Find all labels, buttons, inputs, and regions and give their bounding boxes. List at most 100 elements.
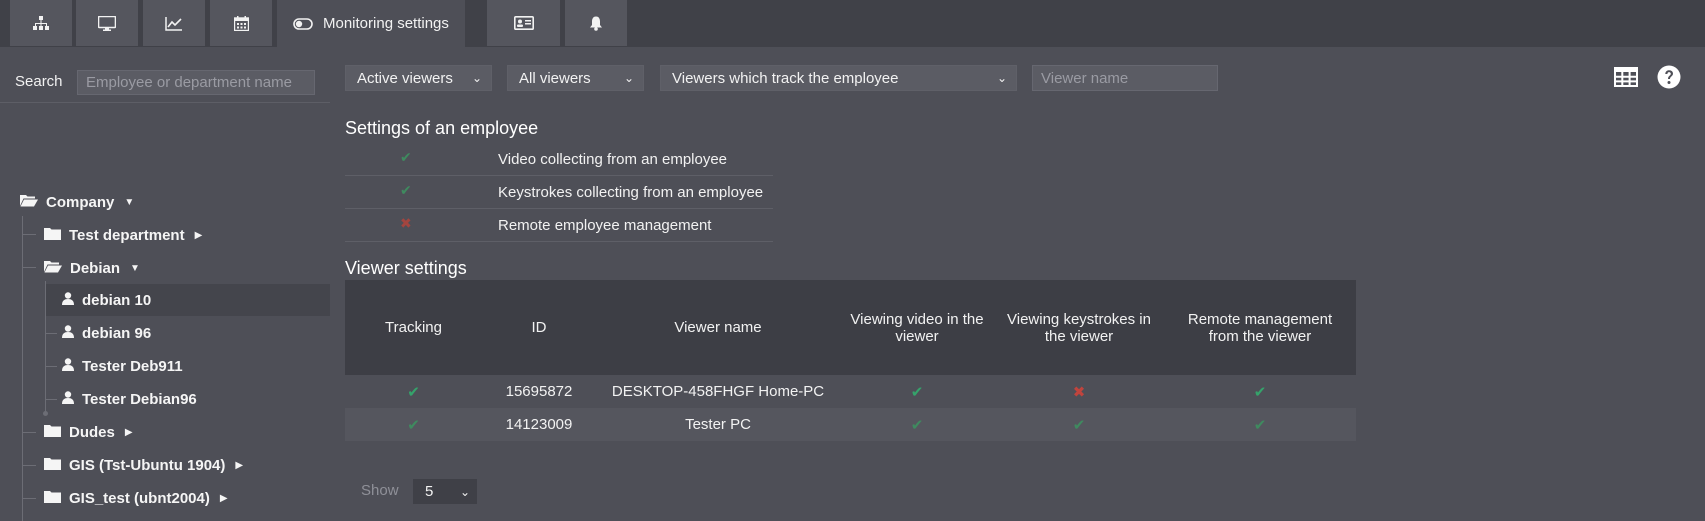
column-header-remote-management[interactable]: Remote management from the viewer <box>1164 311 1356 345</box>
video-cell[interactable]: ✔ <box>840 416 994 434</box>
check-icon: ✔ <box>910 383 924 401</box>
tree-connector <box>22 216 23 521</box>
tab-calendar[interactable] <box>210 0 272 46</box>
id-cell: 14123009 <box>505 416 573 433</box>
viewer-tracking-select[interactable]: Viewers which track the employee ⌄ <box>660 65 1017 91</box>
table-view-button[interactable] <box>1613 66 1639 92</box>
tree-item-debian-96[interactable]: debian 96 <box>62 317 151 349</box>
tree-connector <box>45 333 57 334</box>
tree-node-label: GIS_test (ubnt2004) <box>69 489 210 507</box>
column-header-viewing-keystrokes[interactable]: Viewing keystrokes in the viewer <box>994 311 1164 345</box>
folder-icon <box>44 424 61 441</box>
setting-label: Remote employee management <box>498 217 712 234</box>
viewer-status-select[interactable]: Active viewers ⌄ <box>345 65 492 91</box>
id-cell: 15695872 <box>505 383 573 400</box>
calendar-icon <box>233 15 249 31</box>
user-icon <box>62 357 74 375</box>
select-value: 5 <box>425 483 434 500</box>
video-cell[interactable]: ✔ <box>840 383 994 401</box>
tree-item-gis-tst-ubuntu[interactable]: GIS (Tst-Ubuntu 1904) ▶ <box>44 449 243 481</box>
check-icon: ✔ <box>400 149 412 165</box>
tree-connector <box>22 432 36 433</box>
tree-node-label: GIS (Tst-Ubuntu 1904) <box>69 456 226 474</box>
caret-right-icon: ▶ <box>124 426 133 438</box>
check-icon: ✔ <box>910 416 924 434</box>
tab-monitoring[interactable] <box>76 0 138 46</box>
tree-connector <box>22 234 36 235</box>
table-header: Tracking ID Viewer name Viewing video in… <box>345 280 1356 375</box>
viewer-name-cell: DESKTOP-458FHGF Home-PC <box>611 383 825 400</box>
tree-connector <box>22 498 36 499</box>
tree-root-company[interactable]: Company ▼ <box>20 186 134 218</box>
chevron-down-icon: ⌄ <box>459 484 470 499</box>
tree-item-gis-test-ubnt2004[interactable]: GIS_test (ubnt2004) ▶ <box>44 482 228 514</box>
cross-icon: ✖ <box>1072 383 1086 401</box>
viewer-table: Tracking ID Viewer name Viewing video in… <box>345 280 1356 441</box>
table-row[interactable]: ✔ 14123009 Tester PC ✔ ✔ ✔ <box>345 408 1356 441</box>
column-header-viewing-video[interactable]: Viewing video in the viewer <box>840 311 994 345</box>
viewer-name-cell: Tester PC <box>685 416 751 433</box>
caret-right-icon: ▶ <box>219 492 228 504</box>
tree-item-dudes[interactable]: Dudes ▶ <box>44 416 133 448</box>
tree-item-debian-10[interactable]: debian 10 <box>46 284 330 316</box>
tree-node-label: Tester Deb911 <box>82 357 183 375</box>
keystrokes-cell[interactable]: ✖ <box>994 383 1164 401</box>
folder-icon <box>44 227 61 244</box>
tree-item-debian[interactable]: Debian ▼ <box>44 252 140 284</box>
remote-cell[interactable]: ✔ <box>1164 383 1356 401</box>
tree-node-label: Test department <box>69 226 185 244</box>
tree-connector <box>45 399 57 400</box>
table-icon <box>1614 66 1638 92</box>
tree-connector <box>45 366 57 367</box>
tree-node-label: Tester Debian96 <box>82 390 197 408</box>
caret-right-icon: ▶ <box>235 459 244 471</box>
viewer-name-input[interactable] <box>1032 65 1218 91</box>
caret-down-icon: ▼ <box>130 262 140 274</box>
tree-item-test-department[interactable]: Test department ▶ <box>44 219 202 251</box>
table-row[interactable]: ✔ 15695872 DESKTOP-458FHGF Home-PC ✔ ✖ ✔ <box>345 375 1356 408</box>
select-value: All viewers <box>519 69 591 87</box>
tree-item-tester-debian96[interactable]: Tester Debian96 <box>62 383 197 415</box>
viewer-settings-title: Viewer settings <box>345 258 467 278</box>
tracking-cell[interactable]: ✔ <box>345 383 482 401</box>
employee-setting-row: ✔ Video collecting from an employee <box>345 143 773 176</box>
chevron-down-icon: ⌄ <box>471 71 482 85</box>
setting-label: Video collecting from an employee <box>498 151 728 168</box>
caret-down-icon: ▼ <box>124 196 135 208</box>
help-button[interactable] <box>1656 65 1682 94</box>
check-icon: ✔ <box>1072 416 1086 434</box>
left-panel-divider <box>0 102 330 103</box>
tab-organization[interactable] <box>10 0 72 46</box>
help-icon <box>1657 65 1681 94</box>
search-input[interactable] <box>77 70 315 95</box>
chevron-down-icon: ⌄ <box>996 71 1007 85</box>
chart-line-icon <box>165 16 183 31</box>
column-header-id[interactable]: ID <box>482 319 596 336</box>
folder-open-icon <box>20 194 38 211</box>
select-value: Active viewers <box>357 69 453 87</box>
column-header-tracking[interactable]: Tracking <box>345 319 482 336</box>
tab-monitoring-settings[interactable]: Monitoring settings <box>277 0 465 47</box>
select-value: Viewers which track the employee <box>672 69 899 87</box>
caret-right-icon: ▶ <box>194 229 203 241</box>
employee-setting-row: ✔ Keystrokes collecting from an employee <box>345 176 773 209</box>
tracking-cell[interactable]: ✔ <box>345 416 482 434</box>
page-size-select[interactable]: 5 ⌄ <box>413 479 477 504</box>
tab-id-card[interactable] <box>487 0 560 46</box>
cross-icon: ✖ <box>400 215 412 231</box>
monitor-icon <box>98 15 116 31</box>
folder-icon <box>44 457 61 474</box>
column-header-viewer-name[interactable]: Viewer name <box>596 319 840 336</box>
remote-cell[interactable]: ✔ <box>1164 416 1356 434</box>
search-label: Search <box>15 73 63 90</box>
viewer-scope-select[interactable]: All viewers ⌄ <box>507 65 644 91</box>
tree-item-tester-deb911[interactable]: Tester Deb911 <box>62 350 183 382</box>
tree-connector <box>22 465 36 466</box>
keystrokes-cell[interactable]: ✔ <box>994 416 1164 434</box>
tree-node-label: Debian <box>70 259 121 277</box>
tree-node-label: debian 10 <box>82 291 152 309</box>
tab-statistics[interactable] <box>143 0 205 46</box>
tab-notifications[interactable] <box>565 0 627 46</box>
show-label: Show <box>361 482 399 499</box>
top-tab-bar: Monitoring settings <box>0 0 1705 47</box>
